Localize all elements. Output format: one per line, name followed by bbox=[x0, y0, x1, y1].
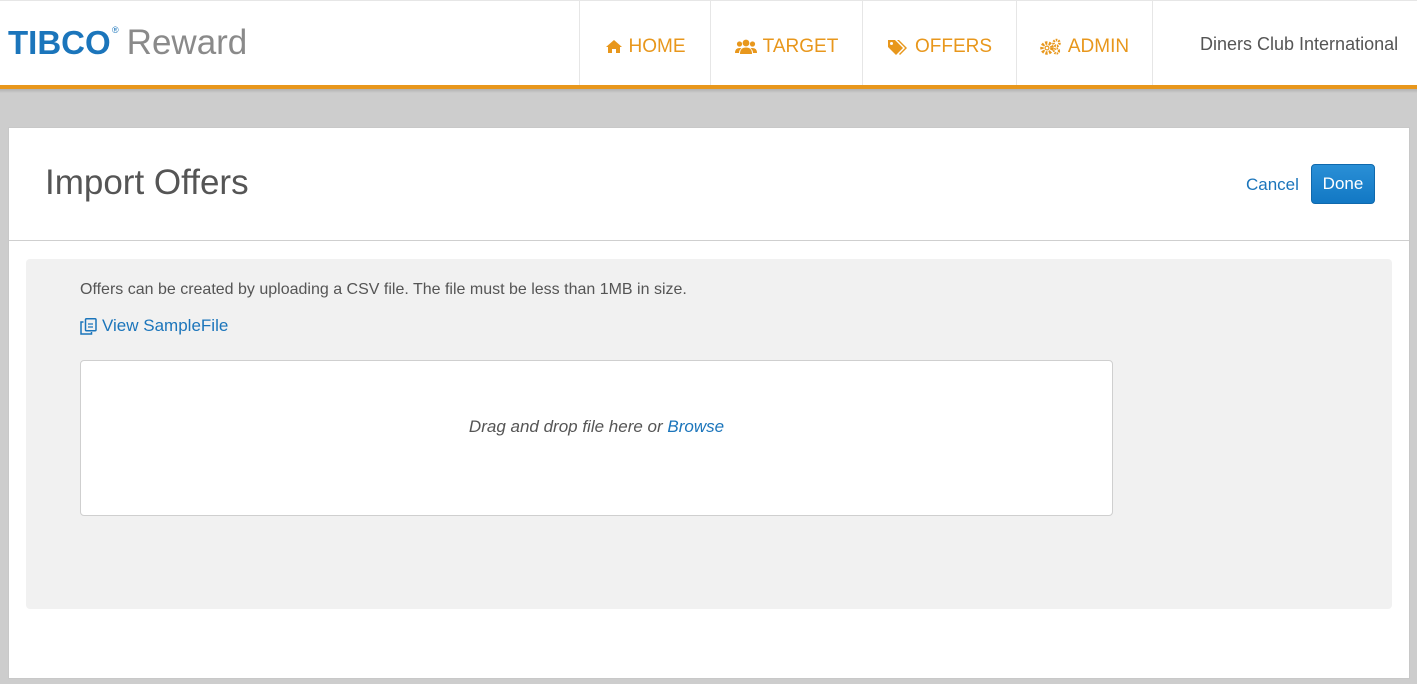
cancel-button[interactable]: Cancel bbox=[1246, 175, 1299, 195]
logo-brand: TIBCO ® bbox=[8, 24, 119, 61]
dropzone-message: Drag and drop file here or Browse bbox=[468, 417, 725, 436]
tags-icon bbox=[887, 39, 907, 55]
header-shadow bbox=[0, 89, 1417, 93]
nav-item-label: TARGET bbox=[762, 35, 839, 57]
browse-link[interactable]: Browse bbox=[667, 417, 724, 436]
nav-item-target[interactable]: TARGET bbox=[710, 1, 862, 86]
main-nav: HOME TARGET OFFERS ADMIN bbox=[579, 1, 1153, 86]
copy-icon bbox=[80, 317, 97, 335]
logo-product: Reward bbox=[126, 23, 248, 62]
nav-item-admin[interactable]: ADMIN bbox=[1016, 1, 1153, 86]
page-title: Import Offers bbox=[45, 163, 249, 202]
nav-item-label: HOME bbox=[628, 35, 686, 57]
nav-item-label: OFFERS bbox=[914, 35, 993, 57]
top-navigation-bar: TIBCO ® Reward HOME TARGET OFFERS ADMIN … bbox=[0, 0, 1417, 86]
upload-panel: Offers can be created by uploading a CSV… bbox=[26, 259, 1392, 609]
app-logo[interactable]: TIBCO ® Reward bbox=[8, 23, 247, 63]
nav-item-label: ADMIN bbox=[1067, 35, 1130, 57]
sample-link-label: View SampleFile bbox=[102, 316, 229, 335]
home-icon bbox=[605, 40, 622, 53]
cogs-icon bbox=[1040, 38, 1061, 55]
view-sample-file-link[interactable]: View SampleFile bbox=[80, 316, 228, 336]
import-offers-card: Import Offers Cancel Done Offers can be … bbox=[8, 127, 1410, 679]
done-button[interactable]: Done bbox=[1311, 164, 1375, 204]
nav-item-offers[interactable]: OFFERS bbox=[862, 1, 1016, 86]
file-dropzone[interactable]: Drag and drop file here or Browse bbox=[80, 360, 1113, 516]
account-name[interactable]: Diners Club International bbox=[1200, 34, 1398, 55]
card-header: Import Offers Cancel Done bbox=[9, 128, 1409, 241]
upload-instructions: Offers can be created by uploading a CSV… bbox=[80, 281, 687, 298]
nav-item-home[interactable]: HOME bbox=[579, 1, 710, 86]
users-icon bbox=[734, 39, 757, 54]
